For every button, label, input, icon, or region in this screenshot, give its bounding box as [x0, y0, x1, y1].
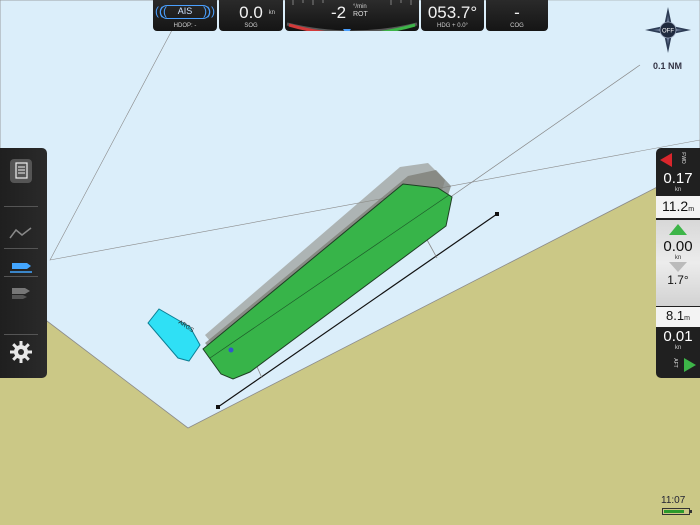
route-icon [9, 227, 32, 239]
checklist-button[interactable] [6, 158, 36, 184]
hdg-label: HDG + 0.0° [437, 23, 468, 29]
fwd-arrow-icon: FWD [660, 152, 686, 167]
clock: 11:07 [661, 495, 686, 506]
rot-gauge [286, 0, 418, 31]
fwd-speed-value: 0.17 [663, 170, 693, 187]
compass-rose-button[interactable]: OFF [645, 7, 691, 53]
angle-value: 1.7° [667, 273, 689, 287]
lateral-speed-display: 0.00 kn 1.7° [656, 220, 700, 306]
sog-label: SOG [244, 23, 258, 29]
vessel-icon [12, 288, 30, 299]
mid-speed-value: 0.00 [663, 238, 693, 255]
vessel-position [228, 347, 234, 353]
route-button[interactable] [6, 220, 36, 246]
hdg-value: 053.7° [427, 3, 478, 22]
top-bar: ((( AIS ))) HDOP: - 0.0 kn SOG -2 °/min … [153, 0, 548, 31]
aft-speed-display: 0.01 kn [656, 328, 700, 351]
settings-button[interactable] [6, 339, 36, 365]
triangle-down-icon [669, 262, 687, 272]
compass-label: OFF [662, 29, 674, 35]
vessel-button[interactable] [6, 280, 36, 306]
checklist-icon [10, 159, 32, 183]
battery-icon [662, 508, 692, 515]
fwd-speed-unit: kn [674, 187, 682, 193]
fwd-distance-unit: m [688, 206, 695, 213]
toolbar-divider [4, 276, 38, 277]
cog-label: COG [510, 23, 524, 29]
compass-rose-icon: OFF [645, 7, 691, 53]
aft-distance-unit: m [684, 315, 690, 322]
docking-panel: FWD 0.17 kn 11.2m 0.00 kn 1.7° 8.1m 0.01… [656, 148, 700, 378]
aft-speed-value: 0.01 [663, 328, 693, 345]
left-toolbar [0, 148, 47, 378]
scale-label: 0.1 NM [653, 61, 683, 71]
ais-button[interactable]: ((( AIS ))) HDOP: - [153, 0, 217, 31]
toolbar-divider [4, 248, 38, 249]
fwd-distance-value: 11.2 [661, 198, 689, 214]
fwd-header[interactable]: FWD [656, 150, 700, 170]
docking-icon [10, 263, 32, 273]
aft-header[interactable]: AFT [656, 355, 700, 375]
aft-label: AFT [672, 358, 678, 367]
docking-button[interactable] [6, 252, 36, 278]
cog-display[interactable]: - COG [486, 0, 548, 31]
hdg-display[interactable]: 053.7° HDG + 0.0° [421, 0, 484, 31]
fwd-distance-display: 11.2m [656, 196, 700, 218]
toolbar-divider [4, 334, 38, 335]
fwd-speed-display: 0.17 kn [656, 170, 700, 193]
battery-fill [664, 510, 685, 513]
aft-distance-display: 8.1m [656, 307, 700, 327]
aft-distance-value: 8.1 [666, 308, 685, 323]
aft-arrow-icon: AFT [672, 358, 696, 372]
cog-value: - [514, 3, 520, 22]
hdop-label: HDOP: - [173, 23, 197, 29]
rot-indicator [343, 29, 351, 31]
gear-icon [10, 341, 32, 363]
rot-display[interactable]: -2 °/min ROT [285, 0, 419, 31]
ais-wave-right-icon: ))) [203, 4, 215, 18]
fwd-label: FWD [680, 152, 686, 164]
quay-marker-aft [216, 405, 220, 409]
toolbar-divider [4, 206, 38, 207]
sog-display[interactable]: 0.0 kn SOG [219, 0, 283, 31]
sog-unit: kn [268, 10, 275, 16]
chart-map[interactable]: ARGS [0, 0, 700, 525]
triangle-up-icon [669, 224, 687, 235]
quay-marker-fwd [495, 212, 499, 216]
aft-speed-unit: kn [674, 345, 682, 351]
